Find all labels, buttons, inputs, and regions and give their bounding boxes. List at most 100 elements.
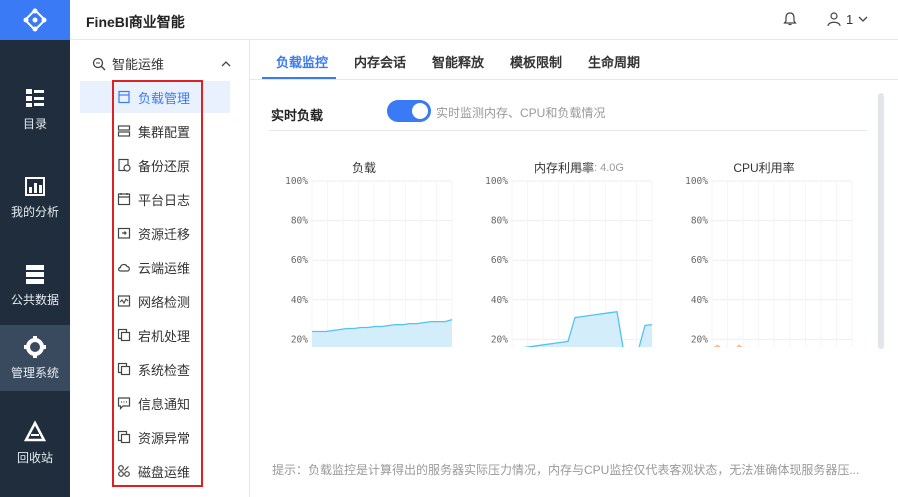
y-tick-label: 20% xyxy=(291,334,308,345)
realtime-hint: 实时监测内存、CPU和负载情况 xyxy=(436,106,606,120)
sidebar-item[interactable]: 云端运维 xyxy=(80,251,230,283)
left-nav: 目录 我的分析 公共数据 管理系统 回收站 xyxy=(0,0,70,497)
divider xyxy=(269,130,867,131)
logo-icon xyxy=(23,8,47,32)
y-tick-label: 60% xyxy=(691,255,708,266)
realtime-toggle[interactable] xyxy=(387,100,431,122)
data-icon xyxy=(26,265,44,284)
leftnav-item-analysis[interactable]: 我的分析 xyxy=(0,164,70,230)
leftnav-item-recycle[interactable]: 回收站 xyxy=(0,410,70,476)
sidebar-item[interactable]: 系统检查 xyxy=(80,353,230,385)
tab-memory-session[interactable]: 内存会话 xyxy=(354,52,406,71)
memory-chart-plot: 100%80%60%40%20%0%18:3918:4918:59 xyxy=(485,176,653,347)
scrollbar[interactable] xyxy=(878,93,884,349)
y-tick-label: 20% xyxy=(491,334,508,345)
load-icon xyxy=(118,90,130,104)
load-chart-plot: 100%80%60%40%20%0%16:3317:3318:33 xyxy=(285,176,453,347)
message-icon xyxy=(117,397,131,410)
tab-smart-release[interactable]: 智能释放 xyxy=(432,52,484,71)
y-tick-label: 60% xyxy=(291,255,308,266)
sidebar-item[interactable]: 集群配置 xyxy=(80,115,230,147)
y-tick-label: 40% xyxy=(491,295,508,306)
cloud-icon xyxy=(118,263,130,272)
y-tick-label: 60% xyxy=(491,255,508,266)
leftnav-item-system[interactable]: 管理系统 xyxy=(0,325,70,391)
leftnav-item-catalog[interactable]: 目录 xyxy=(0,76,70,142)
main-content: 负载监控 内存会话 智能释放 模板限制 生命周期 实时负载 实时监测内存、CPU… xyxy=(250,40,898,497)
cpu-chart-plot: 100%80%60%40%20%0%18:3918:4918:59 xyxy=(685,176,853,347)
user-icon xyxy=(827,12,841,27)
app-logo[interactable] xyxy=(0,0,70,40)
sidebar-group-ops[interactable]: 智能运维 xyxy=(92,54,232,73)
user-name: 1 xyxy=(846,11,854,27)
realtime-label: 实时负载 xyxy=(271,108,324,123)
cluster-icon xyxy=(117,125,131,137)
y-tick-label: 80% xyxy=(491,216,508,227)
leftnav-label: 回收站 xyxy=(16,451,53,465)
sidebar-item[interactable]: 负载管理 xyxy=(80,81,230,113)
y-tick-label: 100% xyxy=(485,176,508,187)
disk-icon xyxy=(118,465,130,477)
toggle-knob xyxy=(412,103,428,119)
sidebar-item-label: 集群配置 xyxy=(138,124,191,140)
chevron-up-icon[interactable] xyxy=(220,58,232,70)
y-tick-label: 80% xyxy=(691,216,708,227)
y-tick-label: 100% xyxy=(685,176,708,187)
y-tick-label: 40% xyxy=(291,295,308,306)
sidebar-item-label: 备份还原 xyxy=(138,158,191,174)
recycle-icon xyxy=(23,420,47,442)
sidebar-item-label: 磁盘运维 xyxy=(138,464,191,480)
tab-lifecycle[interactable]: 生命周期 xyxy=(588,52,640,71)
ops-icon xyxy=(92,57,106,71)
exception-icon xyxy=(117,430,131,444)
y-tick-label: 20% xyxy=(691,334,708,345)
backup-icon xyxy=(118,158,131,172)
sidebar-item-label: 平台日志 xyxy=(138,192,191,208)
gear-icon xyxy=(24,336,46,358)
y-tick-label: 40% xyxy=(691,295,708,306)
tab-bar: 负载监控 内存会话 智能释放 模板限制 生命周期 xyxy=(250,40,898,80)
tab-template-limit[interactable]: 模板限制 xyxy=(510,52,562,71)
user-menu[interactable]: 1 xyxy=(826,11,869,27)
app-title: FineBI商业智能 xyxy=(86,14,185,30)
check-icon xyxy=(117,362,131,376)
leftnav-label: 我的分析 xyxy=(10,205,59,219)
sidebar-item[interactable]: 资源异常 xyxy=(80,421,230,453)
bell-icon[interactable] xyxy=(782,11,798,27)
log-icon xyxy=(117,193,131,206)
leftnav-item-public-data[interactable]: 公共数据 xyxy=(0,252,70,318)
sidebar-item[interactable]: 磁盘运维 xyxy=(80,455,230,487)
cpu-chart: CPU利用率 100%80%60%40%20%0%18:3918:4918:59 xyxy=(670,147,858,347)
header: FineBI商业智能 1 xyxy=(70,0,898,40)
sidebar-item-label: 云端运维 xyxy=(138,260,191,276)
leftnav-label: 目录 xyxy=(22,117,47,131)
series-area xyxy=(312,319,452,347)
sidebar: 智能运维 负载管理集群配置备份还原平台日志资源迁移云端运维网络检测宕机处理系统检… xyxy=(70,40,250,497)
sidebar-item-label: 宕机处理 xyxy=(138,328,191,344)
tab-active-indicator xyxy=(262,77,336,79)
series-line xyxy=(714,344,751,347)
sidebar-item-label: 负载管理 xyxy=(138,90,191,106)
sidebar-item[interactable]: 平台日志 xyxy=(80,183,230,215)
sidebar-item-label: 信息通知 xyxy=(138,396,191,412)
y-tick-label: 80% xyxy=(291,216,308,227)
series-area xyxy=(715,345,742,347)
monitor-panel: 实时负载 实时监测内存、CPU和负载情况 负载 100% 80% 60% 40% 20%… xyxy=(260,91,886,491)
migrate-icon xyxy=(117,227,131,239)
sidebar-item-label: 资源异常 xyxy=(138,430,191,446)
sidebar-item[interactable]: 宕机处理 xyxy=(80,319,230,351)
sidebar-group-label: 智能运维 xyxy=(112,57,165,72)
tab-load-monitor[interactable]: 负载监控 xyxy=(276,52,328,71)
sidebar-item[interactable]: 网络检测 xyxy=(80,285,230,317)
sidebar-item-label: 系统检查 xyxy=(138,362,191,378)
sidebar-item[interactable]: 资源迁移 xyxy=(80,217,230,249)
sidebar-item[interactable]: 信息通知 xyxy=(80,387,230,419)
sidebar-item-label: 网络检测 xyxy=(138,294,191,310)
crash-icon xyxy=(117,328,131,342)
chevron-down-icon xyxy=(858,16,868,22)
analysis-icon xyxy=(25,177,45,196)
leftnav-label: 公共数据 xyxy=(10,293,59,307)
network-icon xyxy=(117,295,131,307)
catalog-icon xyxy=(26,89,44,107)
sidebar-item[interactable]: 备份还原 xyxy=(80,149,230,181)
